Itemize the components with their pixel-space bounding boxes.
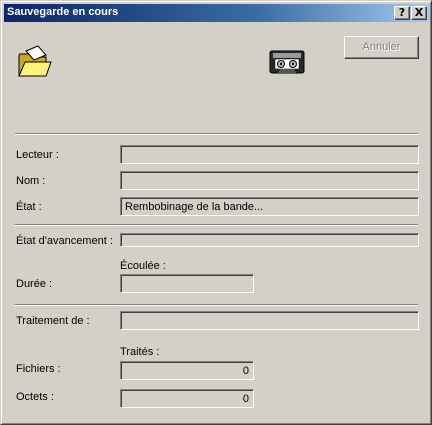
tape-cassette-icon bbox=[269, 50, 305, 74]
separator bbox=[15, 133, 418, 135]
help-button[interactable]: ? bbox=[394, 6, 410, 20]
separator bbox=[15, 224, 418, 226]
backup-progress-dialog: Sauvegarde en cours ? X Annuler Lecteur … bbox=[0, 0, 432, 425]
open-folder-icon bbox=[18, 45, 52, 77]
drive-label: Lecteur : bbox=[16, 149, 59, 161]
help-icon: ? bbox=[398, 6, 406, 19]
bytes-label: Octets : bbox=[16, 391, 54, 403]
drive-field bbox=[120, 145, 419, 164]
cancel-button[interactable]: Annuler bbox=[344, 36, 419, 59]
cancel-button-label: Annuler bbox=[362, 41, 401, 53]
processing-field bbox=[120, 311, 419, 330]
progress-bar bbox=[120, 233, 419, 247]
files-count-field: 0 bbox=[120, 361, 254, 380]
duration-label: Durée : bbox=[16, 278, 53, 290]
name-field bbox=[120, 171, 419, 190]
elapsed-time-field bbox=[120, 274, 254, 293]
files-label: Fichiers : bbox=[16, 363, 61, 375]
title-bar[interactable]: Sauvegarde en cours ? X bbox=[4, 4, 430, 22]
name-label: Nom : bbox=[16, 175, 46, 187]
progress-label: État d'avancement : bbox=[16, 235, 113, 247]
elapsed-header: Écoulée : bbox=[120, 260, 166, 272]
separator bbox=[15, 304, 418, 306]
processing-label: Traitement de : bbox=[16, 315, 90, 327]
close-button[interactable]: X bbox=[411, 6, 427, 20]
close-icon: X bbox=[414, 6, 424, 19]
bytes-count-field: 0 bbox=[120, 389, 254, 408]
state-label: État : bbox=[16, 201, 42, 213]
state-field: Rembobinage de la bande... bbox=[120, 197, 419, 216]
window-title: Sauvegarde en cours bbox=[7, 6, 119, 18]
processed-header: Traités : bbox=[120, 346, 160, 358]
